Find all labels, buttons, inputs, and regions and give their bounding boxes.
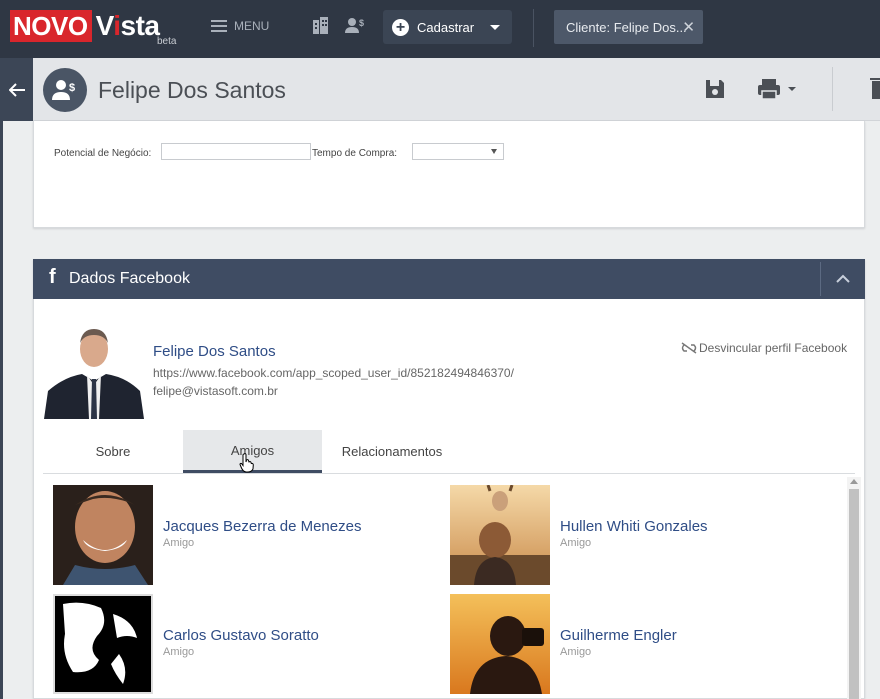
menu-label: MENU bbox=[234, 19, 270, 33]
client-tab-label: Cliente: Felipe Dos... bbox=[566, 19, 687, 35]
friend-name[interactable]: Carlos Gustavo Soratto bbox=[163, 627, 319, 644]
friend-name[interactable]: Guilherme Engler bbox=[560, 627, 677, 644]
facebook-icon: f bbox=[49, 266, 56, 288]
list-item[interactable]: Jacques Bezerra de Menezes Amigo bbox=[53, 485, 433, 585]
profile-email: felipe@vistasoft.com.br bbox=[153, 384, 278, 398]
list-item[interactable]: Carlos Gustavo Soratto Amigo bbox=[53, 594, 433, 694]
unlink-label: Desvincular perfil Facebook bbox=[699, 341, 848, 355]
client-tab[interactable]: Cliente: Felipe Dos... ✕ bbox=[554, 10, 703, 44]
caret-down-icon bbox=[491, 149, 497, 154]
friends-scrollbar[interactable] bbox=[847, 477, 861, 699]
tab-relacionamentos-label: Relacionamentos bbox=[341, 444, 443, 459]
potencial-label: Potencial de Negócio: bbox=[54, 148, 152, 159]
header-divider bbox=[832, 67, 833, 111]
save-icon[interactable] bbox=[704, 78, 726, 105]
logo-vista: Vista bbox=[96, 12, 160, 40]
client-avatar: $ bbox=[43, 68, 87, 112]
friend-photo bbox=[450, 594, 550, 694]
tempo-label: Tempo de Compra: bbox=[312, 148, 398, 159]
section-header-divider bbox=[820, 262, 821, 296]
friend-relation: Amigo bbox=[163, 537, 195, 549]
user-dollar-icon: $ bbox=[52, 80, 75, 100]
user-dollar-icon[interactable]: $ bbox=[345, 17, 365, 39]
hand-cursor-icon bbox=[239, 453, 255, 478]
profile-name[interactable]: Felipe Dos Santos bbox=[153, 343, 276, 360]
back-button[interactable] bbox=[0, 58, 33, 121]
logo-vista-dot: i bbox=[113, 10, 121, 41]
building-icon[interactable] bbox=[312, 17, 329, 39]
chevron-up-icon[interactable] bbox=[836, 271, 850, 289]
potencial-field[interactable] bbox=[161, 143, 311, 160]
profile-photo bbox=[44, 319, 144, 419]
record-header: $ Felipe Dos Santos bbox=[0, 58, 880, 121]
profile-url[interactable]: https://www.facebook.com/app_scoped_user… bbox=[153, 366, 514, 380]
friend-photo bbox=[53, 594, 153, 694]
svg-text:$: $ bbox=[359, 18, 364, 28]
friend-photo bbox=[450, 485, 550, 585]
tab-relacionamentos[interactable]: Relacionamentos bbox=[322, 430, 462, 473]
menu-button[interactable]: MENU bbox=[211, 19, 269, 33]
list-item[interactable]: Hullen Whiti Gonzales Amigo bbox=[450, 485, 830, 585]
friend-relation: Amigo bbox=[560, 646, 592, 658]
friend-name[interactable]: Hullen Whiti Gonzales bbox=[560, 518, 708, 535]
friend-name[interactable]: Jacques Bezerra de Menezes bbox=[163, 518, 361, 535]
tempo-select[interactable] bbox=[412, 143, 504, 160]
unlink-icon bbox=[681, 342, 697, 354]
back-arrow-icon bbox=[8, 82, 25, 97]
friend-photo bbox=[53, 485, 153, 585]
friends-list: Jacques Bezerra de Menezes Amigo Hullen … bbox=[43, 475, 861, 699]
page-title: Felipe Dos Santos bbox=[98, 77, 286, 103]
scrollbar-thumb[interactable] bbox=[849, 489, 859, 699]
facebook-card: f Dados Facebook Felipe Dos Santos https… bbox=[33, 259, 865, 699]
facebook-section-title: Dados Facebook bbox=[69, 270, 190, 287]
logo-vista-v: V bbox=[95, 10, 114, 41]
menu-icon bbox=[211, 20, 227, 32]
friend-relation: Amigo bbox=[560, 537, 592, 549]
facebook-section-header[interactable]: f Dados Facebook bbox=[33, 259, 865, 299]
navbar-divider bbox=[533, 9, 534, 47]
cadastrar-button[interactable]: + Cadastrar bbox=[383, 10, 512, 44]
form-card: Potencial de Negócio: Tempo de Compra: bbox=[33, 121, 865, 228]
left-edge-bar bbox=[0, 121, 3, 699]
logo[interactable]: NOVO Vista bbox=[10, 9, 160, 43]
caret-down-icon bbox=[490, 25, 500, 30]
print-icon[interactable] bbox=[757, 78, 799, 105]
logo-beta: beta bbox=[157, 36, 177, 47]
trash-icon[interactable] bbox=[870, 78, 880, 105]
tab-sobre-label: Sobre bbox=[95, 444, 131, 459]
friend-relation: Amigo bbox=[163, 646, 195, 658]
list-item[interactable]: Guilherme Engler Amigo bbox=[450, 594, 830, 694]
cadastrar-label: Cadastrar bbox=[417, 19, 475, 35]
logo-vista-rest: sta bbox=[120, 10, 160, 41]
logo-novo: NOVO bbox=[10, 10, 92, 42]
tab-sobre[interactable]: Sobre bbox=[43, 430, 183, 473]
scroll-up-arrow-icon[interactable] bbox=[850, 479, 858, 484]
plus-circle-icon: + bbox=[392, 18, 409, 36]
top-navbar: NOVO Vista beta MENU $ + Cadastrar Clien… bbox=[0, 0, 880, 58]
unlink-facebook-link[interactable]: Desvincular perfil Facebook bbox=[681, 341, 847, 355]
svg-text:$: $ bbox=[69, 82, 75, 94]
profile-tabs: Sobre Amigos Relacionamentos bbox=[43, 430, 855, 474]
close-icon[interactable]: ✕ bbox=[682, 18, 695, 36]
